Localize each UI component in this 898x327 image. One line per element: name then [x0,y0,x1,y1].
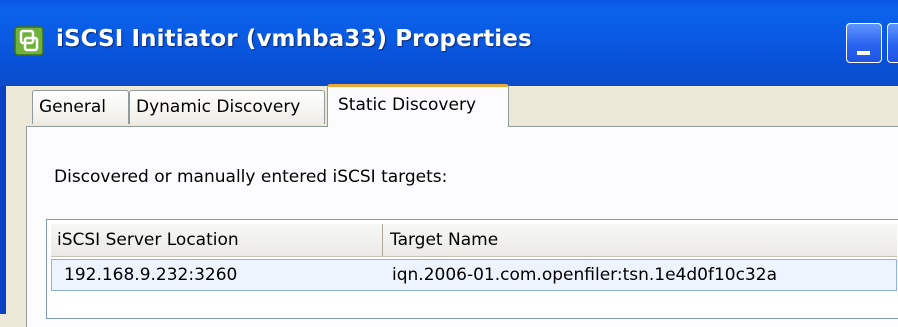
cell-server-location: 192.168.9.232:3260 [64,265,238,285]
cell-target-name: iqn.2006-01.com.openfiler:tsn.1e4d0f10c3… [392,265,777,285]
column-header-server-location[interactable]: iSCSI Server Location [51,224,383,256]
tab-general[interactable]: General [32,90,129,124]
tab-static-discovery[interactable]: Static Discovery [327,84,509,127]
window-frame-left [0,86,6,314]
table-row[interactable]: 192.168.9.232:3260 iqn.2006-01.com.openf… [51,259,897,291]
minimize-button[interactable] [846,23,882,63]
maximize-button[interactable] [887,23,898,63]
targets-caption: Discovered or manually entered iSCSI tar… [54,167,448,187]
table-header: iSCSI Server Location Target Name [51,224,897,257]
targets-table[interactable]: iSCSI Server Location Target Name 192.16… [46,219,898,319]
title-bar: iSCSI Initiator (vmhba33) Properties [0,0,898,86]
vmware-logo-icon [14,26,44,56]
column-header-target-name[interactable]: Target Name [384,224,894,256]
minimize-icon [857,51,870,55]
tab-dynamic-discovery[interactable]: Dynamic Discovery [129,90,325,124]
window-title: iSCSI Initiator (vmhba33) Properties [56,26,532,52]
